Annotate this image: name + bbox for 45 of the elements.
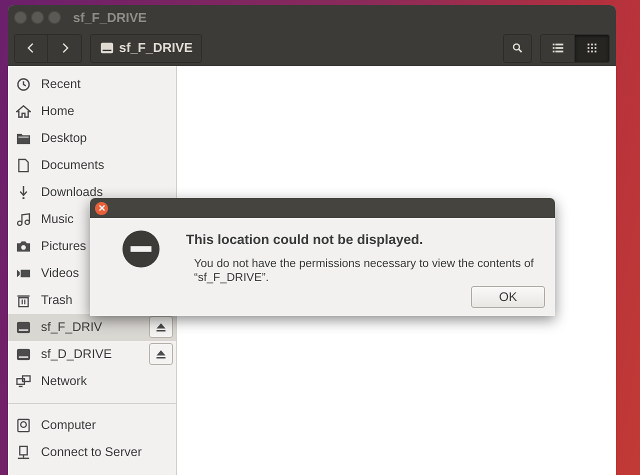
window-title: sf_F_DRIVE (73, 8, 147, 27)
house-icon (16, 104, 31, 119)
path-button[interactable]: sf_F_DRIVE (90, 34, 202, 62)
sidebar-item[interactable]: Home (8, 98, 176, 125)
error-icon (122, 230, 160, 268)
close-icon (98, 204, 106, 212)
list-icon (550, 41, 564, 55)
list-view-button[interactable] (540, 34, 575, 62)
drive-icon (99, 41, 115, 55)
ok-button[interactable]: OK (471, 286, 545, 308)
sidebar-item[interactable]: Music (8, 206, 176, 233)
drive-icon (16, 320, 31, 335)
network-icon (16, 374, 31, 389)
folder-icon (16, 131, 31, 146)
sidebar-item[interactable]: sf_D_DRIVE (8, 341, 176, 368)
clock-icon (16, 77, 31, 92)
eject-button[interactable] (149, 316, 173, 338)
sidebar-item[interactable]: Connect to Server (8, 439, 176, 466)
close-button[interactable] (95, 202, 108, 214)
grid-view-button[interactable] (575, 34, 610, 62)
dialog-heading: This location could not be displayed. (186, 231, 424, 249)
camera-icon (16, 239, 31, 254)
sidebar-item[interactable]: sf_F_DRIV (8, 314, 176, 341)
trash-icon (16, 293, 31, 308)
grid-icon (585, 41, 599, 55)
search-button[interactable] (503, 34, 532, 62)
sidebar-item[interactable]: Downloads (8, 179, 176, 206)
dialog-message: You do not have the permissions necessary to view the contents of “sf_F_DRIVE”. (194, 258, 535, 286)
eject-icon (155, 321, 167, 333)
server-icon (16, 445, 31, 460)
sidebar-item[interactable]: Desktop (8, 125, 176, 152)
sidebar-item[interactable]: Pictures (8, 233, 176, 260)
sidebar-item[interactable]: Videos (8, 260, 176, 287)
drive-icon (16, 347, 31, 362)
sidebar-item[interactable]: Documents (8, 152, 176, 179)
document-icon (16, 158, 31, 173)
eject-button[interactable] (149, 343, 173, 365)
search-icon (512, 41, 523, 55)
computer-icon (16, 418, 31, 433)
sidebar-item[interactable]: Computer (8, 412, 176, 439)
sidebar-item[interactable]: Recent (8, 71, 176, 98)
music-icon (16, 212, 31, 227)
sidebar-item[interactable]: Trash (8, 287, 176, 314)
sidebar-item[interactable]: Network (8, 368, 176, 395)
eject-icon (155, 348, 167, 360)
